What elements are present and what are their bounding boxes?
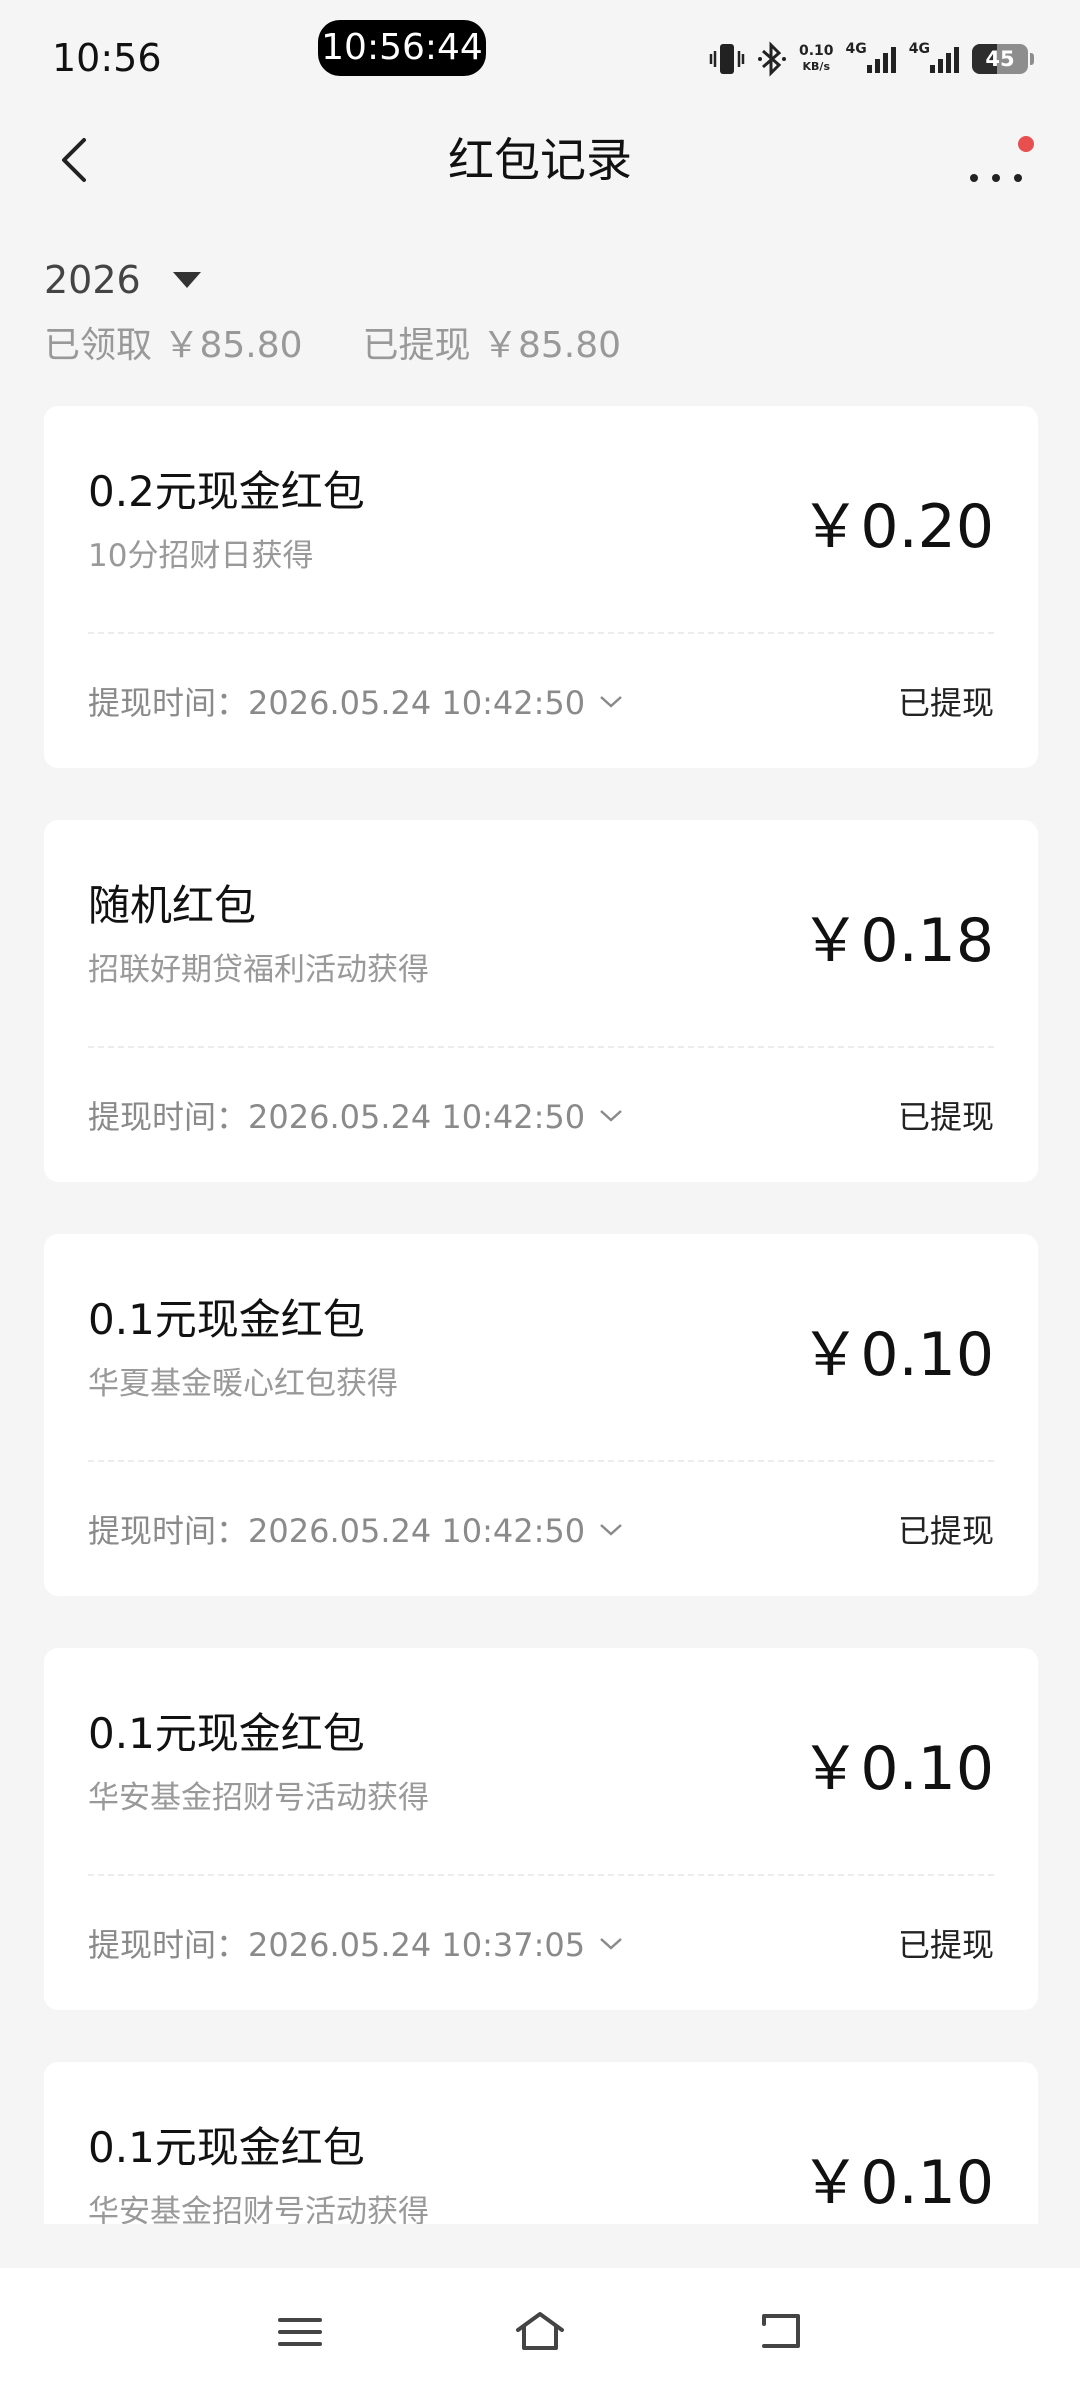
record-source: 华安基金招财号活动获得 [88, 1780, 429, 1816]
record-amount: ￥0.10 [800, 1320, 994, 1390]
menu-button[interactable] [270, 2304, 330, 2360]
page-title: 红包记录 [448, 133, 632, 187]
record-title: 0.1元现金红包 [88, 1295, 365, 1344]
record-status: 已提现 [897, 1926, 994, 1964]
signal-icon-1: 4G [846, 41, 897, 73]
chevron-down-icon [600, 1524, 622, 1536]
battery-level: 45 [985, 47, 1015, 71]
record-time: 提现时间：2026.05.24 10:42:50 [88, 684, 586, 722]
summary-totals: 已领取 ￥85.80 已提现 ￥85.80 [44, 316, 621, 368]
record-status: 已提现 [897, 684, 994, 722]
record-time-toggle[interactable]: 提现时间：2026.05.24 10:42:50 [88, 1506, 625, 1552]
record-amount: ￥0.10 [800, 1734, 994, 1804]
received-total: 已领取 ￥85.80 [44, 325, 303, 366]
chevron-down-icon [600, 1938, 622, 1950]
record-source: 华安基金招财号活动获得 [88, 2194, 429, 2224]
record-time: 提现时间：2026.05.24 10:42:50 [88, 1512, 586, 1550]
menu-icon [278, 2318, 322, 2346]
bluetooth-icon [757, 41, 787, 77]
record-time: 提现时间：2026.05.24 10:42:50 [88, 1098, 586, 1136]
record-title: 随机红包 [88, 881, 257, 930]
status-time: 10:56 [52, 36, 162, 80]
triangle-down-icon [172, 272, 201, 288]
system-back-button[interactable] [750, 2304, 810, 2360]
back-icon [762, 2314, 800, 2348]
chevron-down-icon [600, 696, 622, 708]
record-time-toggle[interactable]: 提现时间：2026.05.24 10:42:50 [88, 678, 625, 724]
card-divider [88, 632, 994, 634]
record-amount: ￥0.20 [800, 492, 994, 562]
record-amount: ￥0.18 [800, 906, 994, 976]
record-card[interactable]: 0.2元现金红包 10分招财日获得 ￥0.20 提现时间：2026.05.24 … [44, 406, 1038, 768]
record-title: 0.1元现金红包 [88, 1709, 365, 1758]
record-title: 0.1元现金红包 [88, 2123, 365, 2172]
notification-dot [1018, 136, 1034, 152]
signal-icon-2: 4G [909, 41, 960, 73]
vibrate-icon [709, 42, 745, 76]
record-source: 招联好期贷福利活动获得 [88, 952, 429, 988]
more-button[interactable] [964, 128, 1034, 192]
record-status: 已提现 [897, 1098, 994, 1136]
record-amount: ￥0.10 [800, 2148, 994, 2218]
record-card[interactable]: 0.1元现金红包 华安基金招财号活动获得 ￥0.10 提现时间：2026.05.… [44, 1648, 1038, 2010]
home-icon [516, 2312, 564, 2350]
record-time: 提现时间：2026.05.24 10:37:05 [88, 1926, 586, 1964]
battery-indicator: 45 [972, 44, 1034, 74]
record-source: 10分招财日获得 [88, 538, 314, 574]
nav-bar: 红包记录 [0, 110, 1080, 210]
withdrawn-total: 已提现 ￥85.80 [362, 325, 622, 366]
home-button[interactable] [510, 2304, 570, 2360]
chevron-down-icon [600, 1110, 622, 1122]
status-pill-clock: 10:56:44 [318, 20, 486, 76]
year-text: 2026 [44, 258, 141, 302]
record-status: 已提现 [897, 1512, 994, 1550]
year-selector[interactable]: 2026 [44, 252, 201, 308]
card-divider [88, 1874, 994, 1876]
record-time-toggle[interactable]: 提现时间：2026.05.24 10:37:05 [88, 1920, 625, 1966]
status-bar: 10:56 10:56:44 0.10 KB/s 4G 4G 45 [0, 0, 1080, 110]
network-speed: 0.10 KB/s [798, 43, 834, 74]
record-list[interactable]: 0.2元现金红包 10分招财日获得 ￥0.20 提现时间：2026.05.24 … [44, 406, 1038, 2224]
record-card[interactable]: 随机红包 招联好期贷福利活动获得 ￥0.18 提现时间：2026.05.24 1… [44, 820, 1038, 1182]
record-time-toggle[interactable]: 提现时间：2026.05.24 10:42:50 [88, 1092, 625, 1138]
status-icons: 0.10 KB/s 4G 4G 45 [709, 34, 1034, 84]
record-source: 华夏基金暖心红包获得 [88, 1366, 398, 1402]
record-card[interactable]: 0.1元现金红包 华安基金招财号活动获得 ￥0.10 [44, 2062, 1038, 2224]
system-nav-bar [0, 2268, 1080, 2400]
record-title: 0.2元现金红包 [88, 467, 365, 516]
card-divider [88, 1460, 994, 1462]
record-card[interactable]: 0.1元现金红包 华夏基金暖心红包获得 ￥0.10 提现时间：2026.05.2… [44, 1234, 1038, 1596]
card-divider [88, 1046, 994, 1048]
